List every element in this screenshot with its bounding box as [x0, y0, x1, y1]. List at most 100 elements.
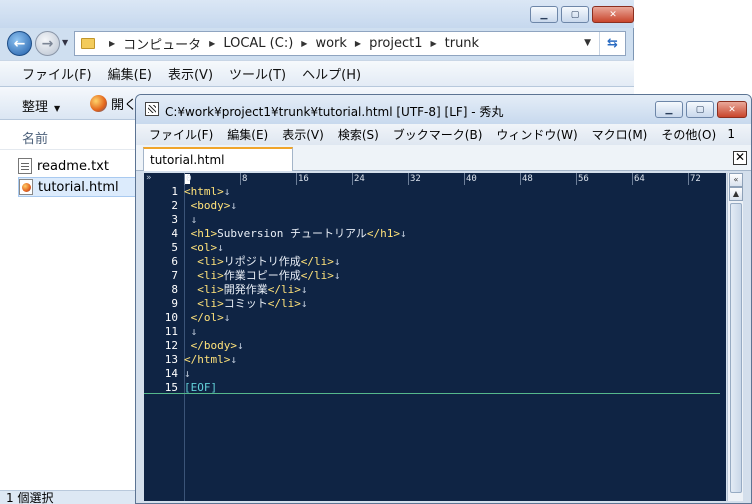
breadcrumb: ▶ コンピュータ ▶ LOCAL (C:) ▶ work ▶ project1 … — [101, 34, 479, 53]
maximize-button[interactable]: ▢ — [686, 101, 714, 118]
ruler-tick — [688, 173, 689, 185]
editor-window: C:¥work¥project1¥trunk¥tutorial.html [UT… — [135, 94, 752, 504]
line-text: </body>↓ — [184, 339, 244, 353]
editor-title: C:¥work¥project1¥trunk¥tutorial.html [UT… — [165, 105, 504, 119]
code-line: 8 <li>開発作業</li>↓ — [144, 283, 726, 297]
menu-file[interactable]: ファイル(F) — [149, 126, 213, 143]
breadcrumb-separator-icon[interactable]: ▶ — [301, 39, 307, 48]
arrow-right-icon: → — [41, 35, 54, 52]
organize-button[interactable]: 整理 ▼ — [22, 96, 60, 115]
breadcrumb-item[interactable]: LOCAL (C:) — [223, 36, 293, 51]
line-number: 5 — [171, 241, 178, 254]
menu-edit[interactable]: 編集(E) — [108, 64, 152, 83]
column-name-header[interactable]: 名前 — [22, 128, 48, 147]
ruler-label: 32 — [410, 174, 421, 184]
menu-help[interactable]: ヘルプ(H) — [302, 64, 361, 83]
menu-window[interactable]: ウィンドウ(W) — [496, 126, 577, 143]
html-tag: <li> — [197, 269, 224, 282]
breadcrumb-separator-icon[interactable]: ▶ — [355, 39, 361, 48]
breadcrumb-item[interactable]: trunk — [445, 36, 479, 51]
ruler-label: 0 — [186, 174, 192, 184]
menu-view[interactable]: 表示(V) — [168, 64, 213, 83]
minimize-button[interactable]: ▁ — [655, 101, 683, 118]
menu-other[interactable]: その他(O) — [661, 126, 716, 143]
newline-marker: ↓ — [230, 199, 237, 212]
newline-marker: ↓ — [300, 297, 308, 310]
code-line: 9 <li>コミット</li>↓ — [144, 297, 726, 311]
line-number: 7 — [171, 269, 178, 282]
tab-bar: tutorial.html ✕ — [136, 145, 751, 171]
menu-macro[interactable]: マクロ(M) — [592, 126, 648, 143]
open-label: 開く — [111, 98, 138, 113]
maximize-button[interactable]: ▢ — [561, 6, 589, 23]
minimize-button[interactable]: ▁ — [530, 6, 558, 23]
html-tag: <li> — [197, 255, 224, 268]
editor-titlebar[interactable]: C:¥work¥project1¥trunk¥tutorial.html [UT… — [136, 95, 751, 124]
line-text: <ol>↓ — [184, 241, 224, 255]
menu-file[interactable]: ファイル(F) — [22, 64, 92, 83]
line-number: 15 — [164, 381, 178, 394]
menu-tools[interactable]: ツール(T) — [229, 64, 286, 83]
breadcrumb-item[interactable]: コンピュータ — [123, 34, 201, 53]
line-text: [EOF] — [184, 381, 217, 395]
html-tag: </html> — [184, 353, 231, 366]
line-number: 13 — [164, 353, 178, 366]
html-tag: <html> — [184, 185, 224, 198]
code-line: 14 ↓ — [144, 367, 726, 381]
open-button[interactable]: 開く — [90, 94, 137, 113]
editor-caption-buttons: ▁ ▢ ✕ — [655, 101, 747, 118]
html-file-icon — [19, 179, 33, 195]
recent-pages-dropdown-icon[interactable]: ▼ — [62, 38, 68, 47]
menu-edit[interactable]: 編集(E) — [227, 126, 268, 143]
explorer-titlebar[interactable]: ▁ ▢ ✕ — [0, 0, 634, 28]
organize-label: 整理 — [22, 100, 49, 115]
newline-marker: ↓ — [333, 269, 341, 282]
list-item[interactable]: readme.txt — [18, 156, 138, 176]
ruler-tick — [632, 173, 633, 185]
breadcrumb-separator-icon[interactable]: ▶ — [209, 39, 215, 48]
line-text: <body>↓ — [184, 199, 237, 213]
refresh-icon[interactable]: ⇆ — [599, 32, 625, 55]
vertical-scrollbar[interactable]: « ▲ — [727, 173, 743, 501]
line-number: 12 — [164, 339, 178, 352]
ruler-tick — [296, 173, 297, 185]
breadcrumb-separator-icon[interactable]: ▶ — [109, 39, 115, 48]
breadcrumb-item[interactable]: work — [315, 36, 346, 51]
line-text: ↓ — [184, 367, 191, 381]
ruler-tick — [408, 173, 409, 185]
address-bar[interactable]: ▶ コンピュータ ▶ LOCAL (C:) ▶ work ▶ project1 … — [74, 31, 626, 56]
menu-view[interactable]: 表示(V) — [282, 126, 324, 143]
code-line: 15 [EOF] — [144, 381, 726, 395]
menu-search[interactable]: 検索(S) — [338, 126, 379, 143]
breadcrumb-item[interactable]: project1 — [369, 36, 422, 51]
menu-bookmark[interactable]: ブックマーク(B) — [393, 126, 483, 143]
address-dropdown-icon[interactable]: ▼ — [584, 38, 591, 48]
text-file-icon — [18, 158, 32, 174]
scroll-up-icon[interactable]: « — [729, 173, 743, 187]
scroll-up-icon[interactable]: ▲ — [729, 187, 743, 201]
code-line: 3 ↓ — [144, 213, 726, 227]
html-tag: </h1> — [366, 227, 400, 240]
html-tag: <li> — [197, 297, 224, 310]
close-tab-icon[interactable]: ✕ — [733, 151, 747, 165]
breadcrumb-separator-icon[interactable]: ▶ — [430, 39, 436, 48]
html-tag: <li> — [197, 283, 224, 296]
forward-button[interactable]: → — [35, 31, 60, 56]
ruler-tick — [184, 173, 185, 185]
newline-marker: ↓ — [223, 185, 231, 198]
hidemaru-app-icon[interactable] — [145, 102, 159, 116]
code-line: 7 <li>作業コピー作成</li>↓ — [144, 269, 726, 283]
line-text: <li>作業コピー作成</li>↓ — [184, 269, 341, 283]
tab-tutorial-html[interactable]: tutorial.html — [143, 147, 293, 171]
back-button[interactable]: ← — [7, 31, 32, 56]
ruler-label: 56 — [578, 174, 589, 184]
list-item[interactable]: tutorial.html — [18, 177, 138, 197]
close-button[interactable]: ✕ — [592, 6, 634, 23]
code-editor[interactable]: 1 <html>↓ 2 <body>↓ 3 ↓ 4 <h1>Subversion チュー… — [144, 185, 726, 501]
text-content — [184, 213, 191, 226]
line-number: 10 — [164, 311, 178, 324]
close-button[interactable]: ✕ — [717, 101, 747, 118]
line-text: </html>↓ — [184, 353, 237, 367]
scroll-thumb[interactable] — [730, 203, 742, 493]
code-line: 5 <ol>↓ — [144, 241, 726, 255]
